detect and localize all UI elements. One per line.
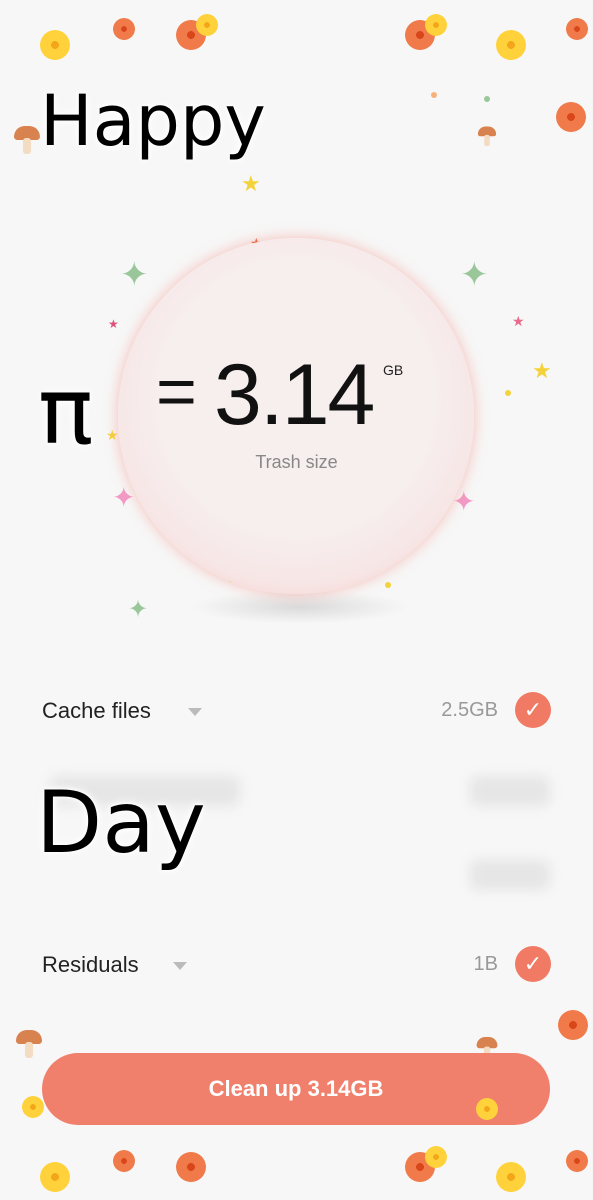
- row-size: 1B: [473, 953, 498, 975]
- star-icon: ★: [532, 358, 552, 383]
- flower-icon: [40, 1162, 70, 1192]
- mushroom-icon: [16, 1030, 42, 1060]
- overlay-day-text: Day: [36, 773, 206, 873]
- dot-icon: [484, 96, 490, 102]
- flower-icon: [113, 1150, 135, 1172]
- flower-icon: [556, 102, 586, 132]
- row-label: Cache files: [42, 698, 151, 723]
- flower-icon: [496, 30, 526, 60]
- dot-icon: [385, 582, 391, 588]
- flower-icon: [558, 1010, 588, 1040]
- sparkle-icon: ✦: [120, 256, 149, 294]
- flower-icon: [40, 30, 70, 60]
- flower-icon: [566, 1150, 588, 1172]
- flower-icon: [566, 18, 588, 40]
- equals-sign: =: [156, 352, 197, 430]
- circle-shadow: [190, 590, 410, 624]
- sparkle-icon: ✦: [112, 482, 136, 513]
- trash-size-unit: GB: [383, 362, 404, 378]
- row-size: 2.5GB: [441, 699, 498, 721]
- dot-icon: [505, 390, 511, 396]
- dropdown-arrow-icon[interactable]: [188, 708, 202, 716]
- trash-size-value: 3.14: [214, 347, 375, 443]
- overlay-happy-text: Happy: [40, 80, 266, 162]
- flower-icon: [113, 18, 135, 40]
- star-icon: ★: [106, 427, 119, 443]
- blurred-row: [470, 776, 550, 806]
- flower-icon: [22, 1096, 44, 1118]
- dot-icon: [431, 92, 437, 98]
- overlay-pi-symbol: π: [38, 358, 94, 465]
- cache-files-row[interactable]: Cache files 2.5GB ✓: [0, 680, 593, 740]
- clean-up-button[interactable]: Clean up 3.14GB: [42, 1053, 550, 1125]
- flower-icon: [425, 1146, 447, 1168]
- mushroom-icon: [14, 126, 40, 156]
- flower-icon: [496, 1162, 526, 1192]
- flower-icon: [196, 14, 218, 36]
- checkmark-icon[interactable]: ✓: [515, 692, 551, 728]
- checkmark-icon[interactable]: ✓: [515, 946, 551, 982]
- sparkle-icon: ✦: [460, 256, 489, 294]
- flower-icon: [476, 1098, 498, 1120]
- row-label: Residuals: [42, 952, 139, 977]
- dropdown-arrow-icon[interactable]: [173, 962, 187, 970]
- star-icon: ★: [108, 317, 119, 331]
- star-icon: ★: [512, 313, 525, 329]
- blurred-row: [470, 860, 550, 890]
- residuals-row[interactable]: Residuals 1B ✓: [0, 934, 593, 994]
- flower-icon: [176, 1152, 206, 1182]
- flower-icon: [425, 14, 447, 36]
- star-icon: ★: [241, 171, 261, 196]
- mushroom-icon: [477, 126, 497, 148]
- sparkle-icon: ✦: [128, 596, 149, 623]
